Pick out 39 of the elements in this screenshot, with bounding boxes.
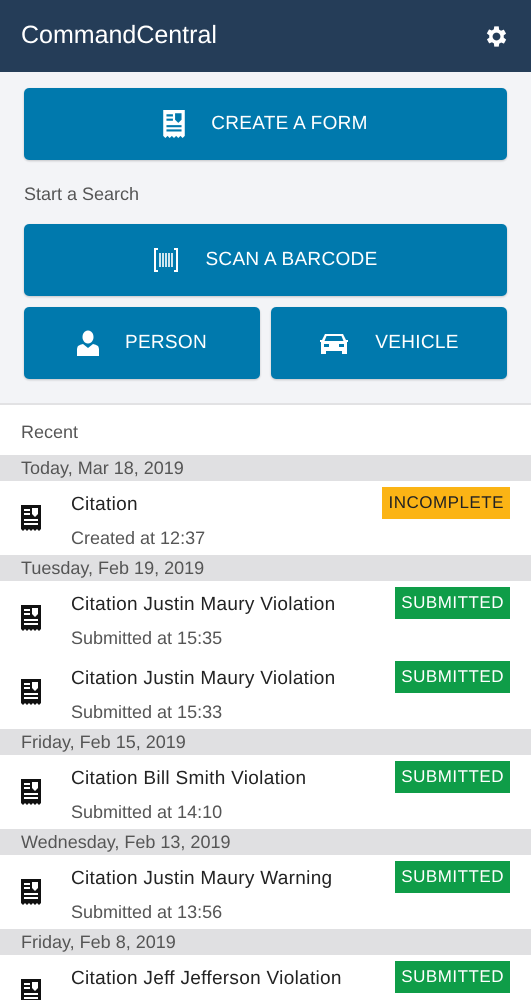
date-header: Today, Mar 18, 2019 (0, 455, 531, 481)
receipt-icon (21, 679, 41, 705)
create-form-button[interactable]: CREATE A FORM (24, 88, 507, 160)
person-icon (76, 330, 99, 356)
status-label: SUBMITTED (395, 661, 510, 692)
receipt-icon (21, 779, 41, 805)
receipt-icon (21, 505, 41, 531)
date-header: Wednesday, Feb 13, 2019 (0, 829, 531, 855)
status-label: SUBMITTED (395, 587, 510, 618)
date-header: Friday, Feb 15, 2019 (0, 729, 531, 755)
status-label: INCOMPLETE (382, 487, 510, 518)
car-icon (319, 332, 350, 354)
receipt-icon (21, 979, 41, 1000)
item-subtitle: Submitted at 14:10 (71, 800, 224, 824)
item-title: Citation Bill Smith Violation (71, 767, 308, 791)
item-title: Citation Justin Maury Violation (71, 667, 337, 691)
receipt-icon (21, 605, 41, 631)
item-subtitle: Submitted at 15:35 (71, 626, 224, 650)
barcode-icon (153, 247, 180, 273)
status-label: SUBMITTED (395, 961, 510, 992)
date-header: Tuesday, Feb 19, 2019 (0, 555, 531, 581)
receipt-icon (163, 110, 186, 138)
scan-barcode-button[interactable]: SCAN A BARCODE (24, 224, 507, 296)
app-title: CommandCentral (21, 20, 217, 52)
vehicle-button[interactable]: VEHICLE (271, 307, 507, 379)
section-title: Start a Search (24, 183, 140, 206)
section-title: Recent (20, 421, 80, 444)
item-subtitle: Created at 12:37 (71, 526, 206, 550)
item-subtitle: Submitted at 13:56 (71, 900, 224, 924)
person-button[interactable]: PERSON (24, 307, 260, 379)
date-header: Friday, Feb 8, 2019 (0, 929, 531, 955)
status-label: SUBMITTED (395, 861, 510, 892)
item-title: Citation Jeff Jefferson Violation (71, 967, 343, 991)
item-subtitle: Submitted at 15:33 (71, 700, 224, 724)
item-title: Citation Justin Maury Warning (71, 867, 334, 891)
item-title: Citation (71, 493, 139, 517)
receipt-icon (21, 879, 41, 905)
item-title: Citation Justin Maury Violation (71, 593, 337, 617)
status-label: SUBMITTED (395, 761, 510, 792)
